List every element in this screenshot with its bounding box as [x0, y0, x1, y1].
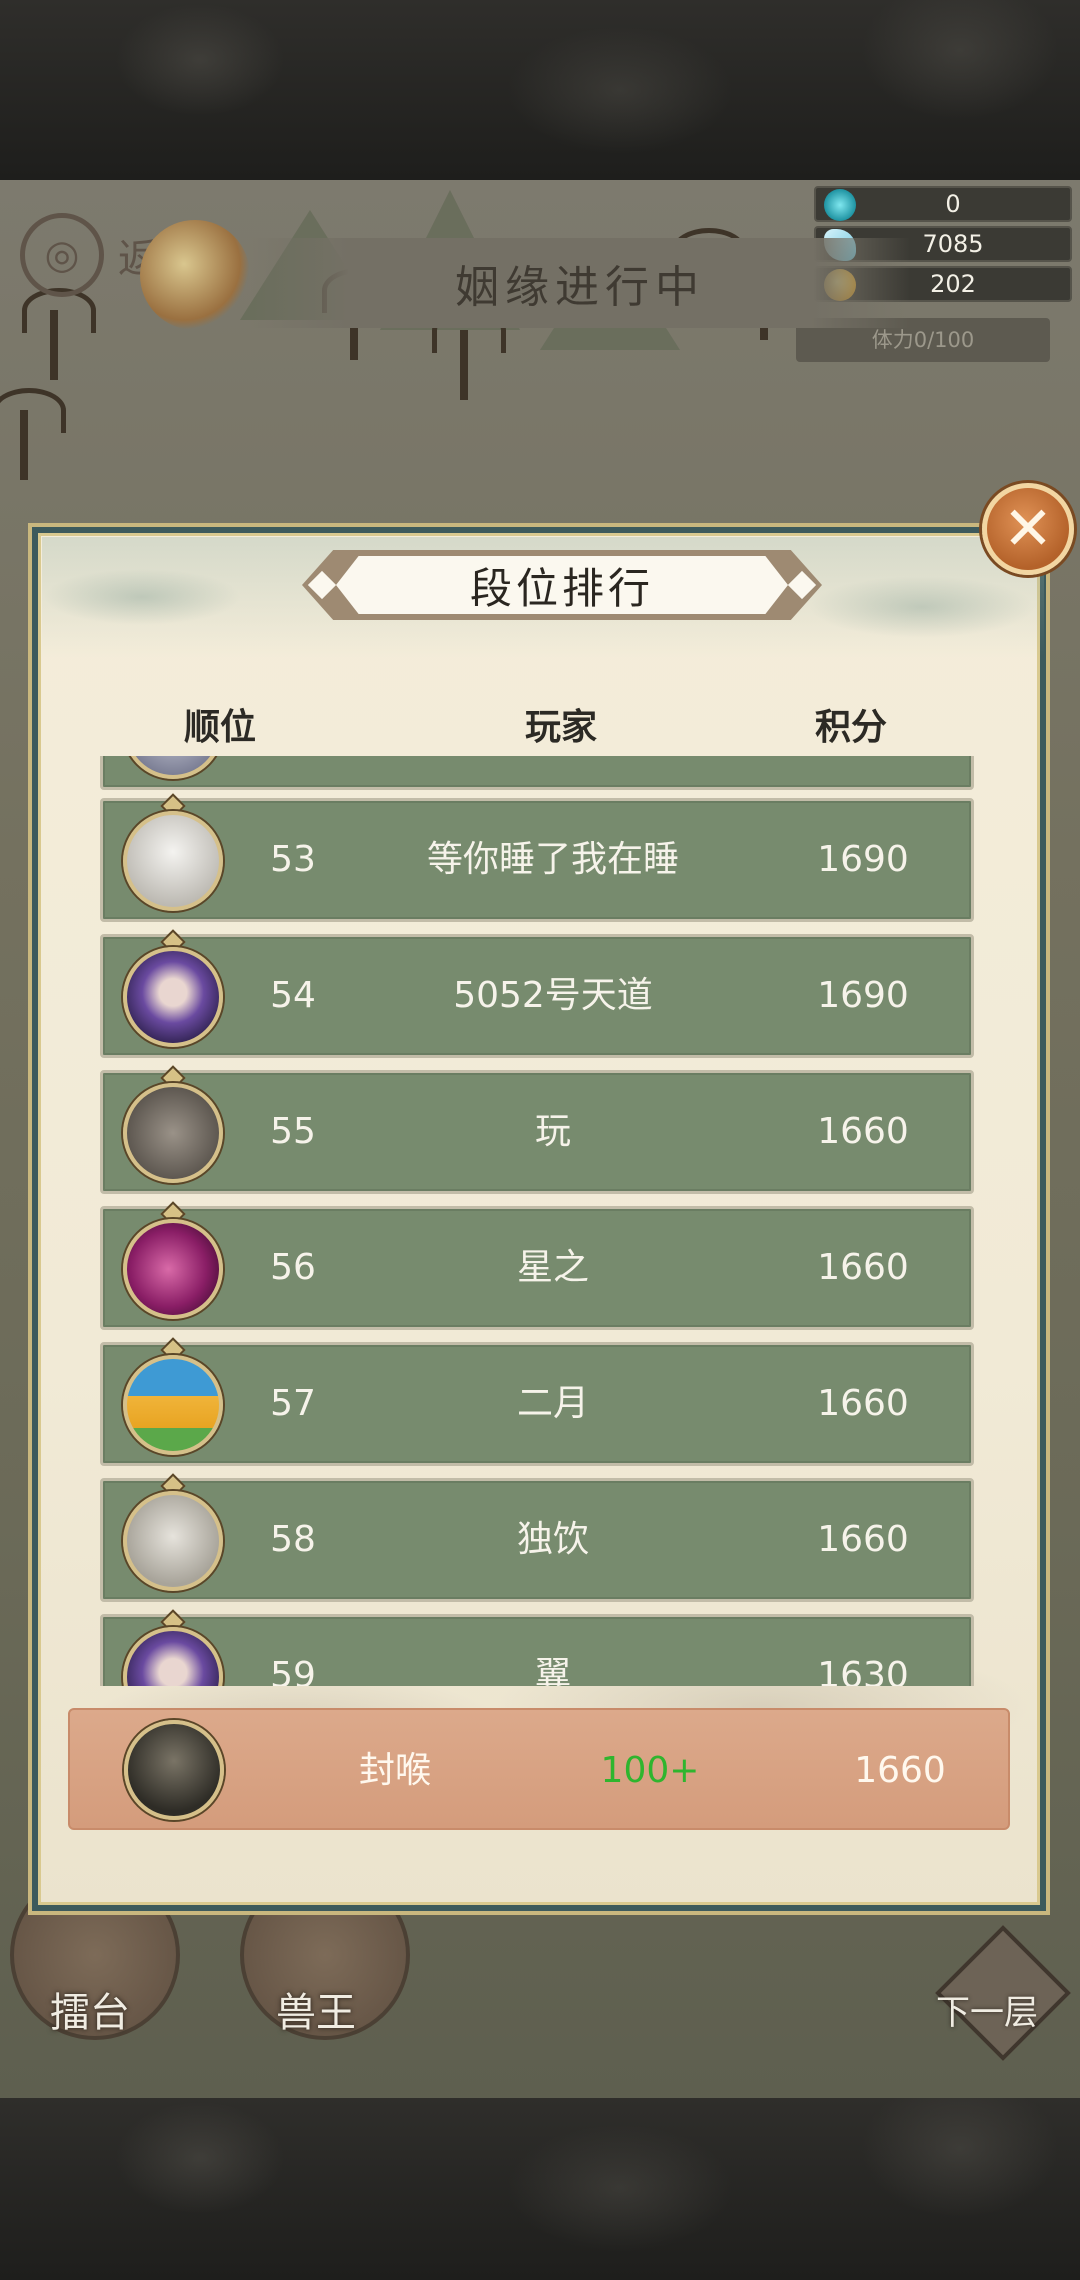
beast-king-label: 兽王 — [276, 1990, 356, 2036]
row-score: 1630 — [817, 1655, 909, 1686]
row-rank: 58 — [270, 1519, 316, 1560]
ranking-row[interactable]: 53 等你睡了我在睡 1690 — [100, 793, 974, 922]
row-score: 1660 — [817, 1247, 909, 1288]
spirit-orb-icon — [824, 189, 856, 221]
arena-label: 擂台 — [50, 1990, 130, 2036]
ranking-row[interactable]: 57 二月 1660 — [100, 1337, 974, 1466]
player-avatar — [123, 947, 223, 1047]
row-player-name: 等你睡了我在睡 — [426, 839, 679, 880]
close-icon: ✕ — [1002, 494, 1054, 564]
row-rank — [253, 756, 333, 787]
next-floor-label: 下一层 — [936, 1993, 1038, 2033]
row-score — [793, 756, 933, 787]
player-avatar — [123, 1627, 223, 1686]
player-avatar — [123, 1219, 223, 1319]
row-rank: 55 — [270, 1111, 316, 1152]
ranking-row[interactable]: 59 翼 1630 — [100, 1609, 974, 1686]
ranking-row[interactable]: 56 星之 1660 — [100, 1201, 974, 1330]
player-avatar — [123, 756, 223, 779]
row-score: 1660 — [817, 1111, 909, 1152]
bottom-decor-band — [0, 2098, 1080, 2280]
row-score: 1690 — [817, 839, 909, 880]
row-player-name: 独饮 — [516, 1519, 589, 1560]
player-avatar — [123, 811, 223, 911]
player-avatar — [123, 1083, 223, 1183]
ranking-row[interactable]: 58 独饮 1660 — [100, 1473, 974, 1602]
top-decor-band — [0, 0, 1080, 180]
column-header-score: 积分 — [815, 707, 888, 748]
ranking-row[interactable] — [100, 756, 974, 790]
title-plaque-inner: 段位排行 — [336, 556, 788, 614]
row-rank: 54 — [270, 975, 316, 1016]
my-rank: 100+ — [600, 1750, 700, 1791]
status-banner: 姻缘进行中 — [250, 238, 910, 328]
my-name: 封喉 — [358, 1750, 431, 1791]
ranking-list[interactable]: 53 等你睡了我在睡 1690 54 5052号天道 1690 55 玩 166… — [94, 756, 980, 1686]
row-rank: 53 — [270, 839, 316, 880]
row-rank: 56 — [270, 1247, 316, 1288]
dialog-title: 段位排行 — [469, 563, 654, 613]
tree-decor — [22, 288, 96, 380]
row-rank: 59 — [270, 1655, 316, 1686]
row-player-name: 星之 — [516, 1247, 589, 1288]
phoenix-icon — [140, 220, 250, 330]
currency-row: 0 — [814, 186, 1072, 222]
tree-decor — [432, 308, 506, 400]
row-rank: 57 — [270, 1383, 316, 1424]
status-text: 姻缘进行中 — [455, 262, 705, 313]
close-button[interactable]: ✕ — [982, 483, 1074, 575]
row-score: 1660 — [817, 1519, 909, 1560]
column-header-player: 玩家 — [525, 707, 598, 748]
row-player-name: 5052号天道 — [453, 975, 653, 1016]
player-avatar — [123, 1355, 223, 1455]
player-avatar — [123, 1491, 223, 1591]
my-ranking-row[interactable]: 封喉 100+ 1660 — [68, 1708, 1010, 1830]
row-player-name: 翼 — [534, 1655, 571, 1686]
back-arrow-icon: ◎ — [20, 213, 104, 297]
row-player-name: 二月 — [516, 1383, 589, 1424]
title-plaque: 段位排行 — [302, 550, 822, 620]
tree-decor — [0, 388, 66, 480]
row-player-name — [343, 756, 763, 787]
row-player-name: 玩 — [534, 1111, 571, 1152]
ranking-row[interactable]: 55 玩 1660 — [100, 1065, 974, 1194]
my-score: 1660 — [854, 1750, 946, 1791]
row-score: 1660 — [817, 1383, 909, 1424]
ranking-row[interactable]: 54 5052号天道 1690 — [100, 929, 974, 1058]
row-score: 1690 — [817, 975, 909, 1016]
column-header-rank: 顺位 — [184, 707, 257, 748]
my-avatar — [124, 1720, 224, 1820]
